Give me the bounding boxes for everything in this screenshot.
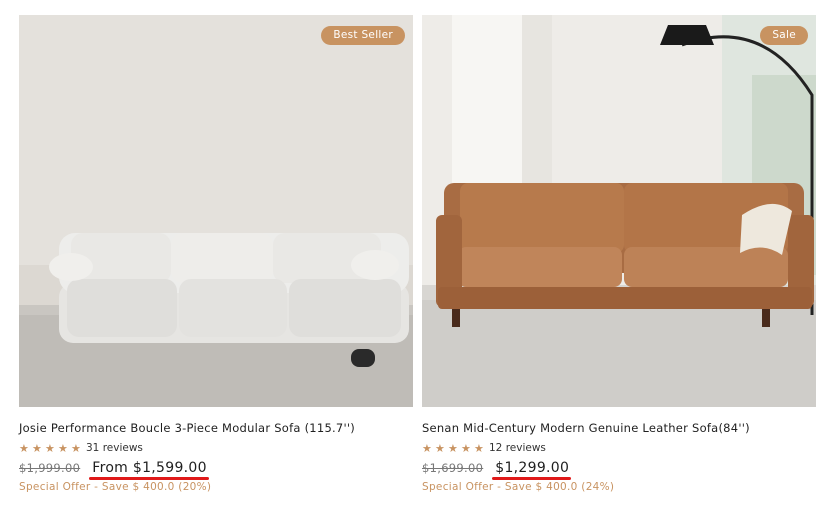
star-icon: ★	[461, 441, 471, 455]
star-icon: ★	[422, 441, 432, 455]
product-image[interactable]: Sale	[422, 15, 816, 407]
star-rating: ★ ★ ★ ★ ★	[422, 443, 487, 454]
product-card[interactable]: Best Seller Josie Performance Boucle 3-P…	[19, 15, 413, 493]
star-icon: ★	[32, 441, 42, 455]
product-title[interactable]: Senan Mid-Century Modern Genuine Leather…	[422, 421, 816, 435]
star-icon: ★	[58, 441, 68, 455]
sale-price: From $1,599.00	[89, 460, 209, 480]
star-icon: ★	[474, 441, 484, 455]
review-count: 12 reviews	[489, 442, 546, 454]
sale-price: $1,299.00	[492, 460, 572, 480]
original-price: $1,999.00	[19, 461, 81, 475]
sofa-photo	[422, 15, 816, 407]
star-rating: ★ ★ ★ ★ ★	[19, 443, 84, 454]
rating-row: ★ ★ ★ ★ ★ 31 reviews	[19, 442, 413, 454]
star-icon: ★	[435, 441, 445, 455]
sale-badge: Sale	[760, 26, 808, 45]
review-count: 31 reviews	[86, 442, 143, 454]
star-icon: ★	[448, 441, 458, 455]
product-card[interactable]: Sale Senan Mid-Century Modern Genuine Le…	[422, 15, 816, 493]
star-icon: ★	[45, 441, 55, 455]
star-icon: ★	[71, 441, 81, 455]
star-icon: ★	[19, 441, 29, 455]
best-seller-badge: Best Seller	[321, 26, 405, 45]
price-underline	[492, 477, 572, 480]
price-row: $1,999.00 From $1,599.00	[19, 460, 413, 480]
product-image[interactable]: Best Seller	[19, 15, 413, 407]
sofa-photo	[19, 15, 413, 407]
special-offer: Special Offer - Save $ 400.0 (24%)	[422, 481, 615, 493]
price-row: $1,699.00 $1,299.00	[422, 460, 816, 480]
price-underline	[89, 477, 209, 480]
product-title[interactable]: Josie Performance Boucle 3-Piece Modular…	[19, 421, 413, 435]
special-offer: Special Offer - Save $ 400.0 (20%)	[19, 481, 212, 493]
original-price: $1,699.00	[422, 461, 484, 475]
rating-row: ★ ★ ★ ★ ★ 12 reviews	[422, 442, 816, 454]
